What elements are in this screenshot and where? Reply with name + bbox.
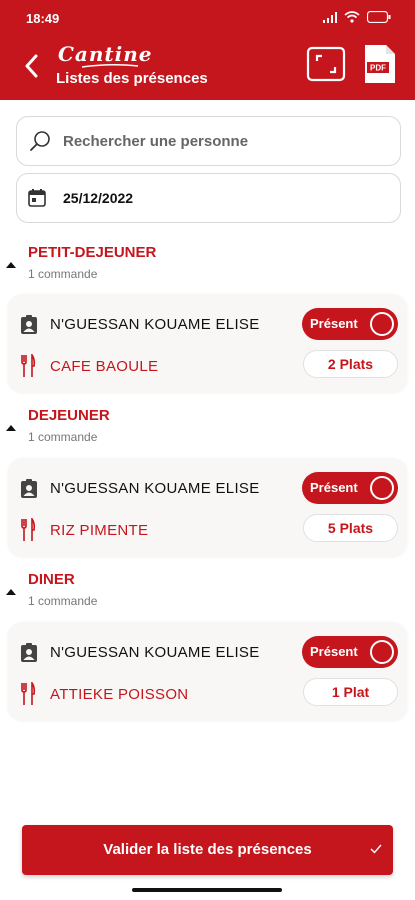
attendance-card: N'GUESSAN KOUAME ELISE Présent CAFE BAOU… — [8, 294, 407, 392]
validate-attendance-button[interactable]: Valider la liste des présences — [22, 825, 393, 875]
section-header-diner[interactable]: DINER 1 commande — [0, 571, 415, 611]
pdf-label: PDF — [370, 64, 386, 73]
fullscreen-icon — [306, 46, 346, 82]
quantity-badge: 1 Plat — [303, 678, 398, 706]
battery-icon — [367, 11, 391, 23]
section-header-dejeuner[interactable]: DEJEUNER 1 commande — [0, 407, 415, 447]
person-name: N'GUESSAN KOUAME ELISE — [50, 644, 260, 661]
section-count: 1 commande — [28, 594, 98, 608]
validate-button-label: Valider la liste des présences — [103, 841, 312, 858]
app-header: 18:49 Cantine Listes des présences PDF — [0, 0, 415, 100]
section-title: DEJEUNER — [28, 407, 110, 424]
dish-name: ATTIEKE POISSON — [50, 686, 189, 703]
person-name: N'GUESSAN KOUAME ELISE — [50, 480, 260, 497]
search-input[interactable] — [63, 132, 363, 150]
presence-toggle[interactable]: Présent — [302, 472, 398, 504]
toggle-label: Présent — [310, 644, 358, 659]
fork-knife-icon — [21, 354, 36, 377]
fullscreen-button[interactable] — [306, 46, 346, 82]
presence-toggle[interactable]: Présent — [302, 308, 398, 340]
calendar-icon — [28, 189, 46, 207]
toggle-knob — [370, 640, 394, 664]
search-field[interactable] — [16, 116, 401, 166]
section-count: 1 commande — [28, 267, 98, 281]
person-name: N'GUESSAN KOUAME ELISE — [50, 316, 260, 333]
person-badge-icon — [21, 643, 37, 662]
person-badge-icon — [21, 479, 37, 498]
toggle-knob — [370, 476, 394, 500]
fork-knife-icon — [21, 518, 36, 541]
collapse-caret-icon[interactable] — [6, 425, 16, 431]
date-value: 25/12/2022 — [63, 190, 134, 206]
person-badge-icon — [21, 315, 37, 334]
pdf-file-icon: PDF — [365, 45, 395, 83]
section-title: PETIT-DEJEUNER — [28, 244, 157, 261]
pdf-export-button[interactable]: PDF — [364, 44, 396, 84]
home-indicator[interactable] — [132, 888, 282, 892]
quantity-badge: 2 Plats — [303, 350, 398, 378]
search-icon — [30, 131, 50, 151]
status-bar: 18:49 — [0, 0, 415, 34]
check-icon — [370, 844, 382, 854]
attendance-card: N'GUESSAN KOUAME ELISE Présent RIZ PIMEN… — [8, 458, 407, 556]
status-time: 18:49 — [26, 11, 60, 26]
chevron-left-icon — [25, 54, 38, 78]
page-title: Listes des présences — [56, 70, 208, 87]
back-button[interactable] — [18, 51, 44, 81]
presence-toggle[interactable]: Présent — [302, 636, 398, 668]
status-icons — [323, 11, 391, 23]
toggle-label: Présent — [310, 316, 358, 331]
toggle-knob — [370, 312, 394, 336]
quantity-badge: 5 Plats — [303, 514, 398, 542]
toggle-label: Présent — [310, 480, 358, 495]
date-field[interactable]: 25/12/2022 — [16, 173, 401, 223]
section-title: DINER — [28, 571, 75, 588]
dish-name: RIZ PIMENTE — [50, 522, 149, 539]
brand-swoosh — [81, 63, 139, 68]
collapse-caret-icon[interactable] — [6, 589, 16, 595]
signal-icon — [323, 11, 337, 23]
dish-name: CAFE BAOULE — [50, 358, 159, 375]
section-header-petit-dejeuner[interactable]: PETIT-DEJEUNER 1 commande — [0, 244, 415, 284]
attendance-card: N'GUESSAN KOUAME ELISE Présent ATTIEKE P… — [8, 622, 407, 720]
fork-knife-icon — [21, 682, 36, 705]
collapse-caret-icon[interactable] — [6, 262, 16, 268]
wifi-icon — [344, 11, 360, 23]
section-count: 1 commande — [28, 430, 98, 444]
